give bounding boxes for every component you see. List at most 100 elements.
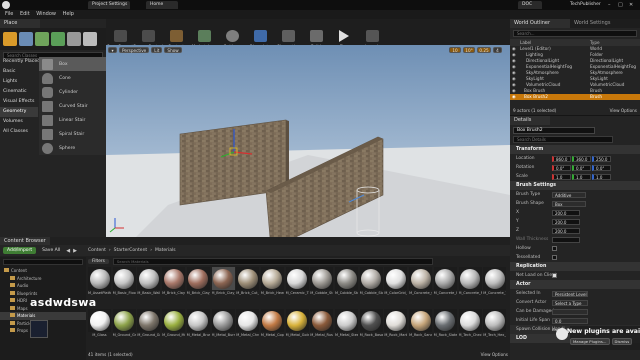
breadcrumb-materials[interactable]: Materials bbox=[155, 248, 176, 253]
forward-icon[interactable]: ▶ bbox=[73, 248, 77, 254]
material-asset[interactable]: M_Metal_Chrome bbox=[236, 309, 260, 349]
show-button[interactable]: Show bbox=[164, 46, 182, 53]
breadcrumb-content[interactable]: Content bbox=[88, 248, 106, 253]
dismiss-button[interactable]: Dismiss bbox=[611, 338, 633, 345]
brush-edit-icon[interactable] bbox=[83, 32, 97, 46]
tab-doc[interactable]: DOC bbox=[518, 1, 542, 9]
place-tab[interactable]: Place bbox=[0, 19, 40, 28]
material-asset[interactable]: M_Metal_Burnished_Steel bbox=[211, 309, 235, 349]
folder-item[interactable]: Architecture bbox=[0, 275, 86, 283]
category-volumes[interactable]: Volumes bbox=[0, 117, 38, 127]
tab-world-outliner[interactable]: World Outliner bbox=[510, 19, 570, 28]
location-z[interactable]: 250.0 bbox=[592, 155, 611, 162]
tab-project-settings[interactable]: Project Settings bbox=[88, 1, 130, 9]
material-asset[interactable]: M_Cobble_Stone_Smooth bbox=[359, 267, 383, 307]
foliage-mode-icon[interactable] bbox=[51, 32, 65, 46]
material-asset[interactable]: M_Metal_Copper bbox=[260, 309, 284, 349]
transform-section[interactable]: Transform bbox=[510, 145, 640, 154]
material-asset[interactable]: M_Metal_Rust bbox=[310, 309, 334, 349]
breadcrumb-starter[interactable]: StarterContent bbox=[114, 248, 148, 253]
material-asset[interactable]: M_Concrete_Grime bbox=[409, 267, 433, 307]
material-asset[interactable]: M_Rock_Marble_Polished bbox=[384, 309, 408, 349]
folder-item[interactable]: Materials bbox=[0, 312, 86, 320]
mesh-paint-icon[interactable] bbox=[67, 32, 81, 46]
landscape-mode-icon[interactable] bbox=[35, 32, 49, 46]
category-recently-placed[interactable]: Recently Placed bbox=[0, 57, 40, 67]
category-all-classes[interactable]: All Classes bbox=[0, 127, 38, 137]
brush-type-select[interactable]: Additive bbox=[552, 191, 586, 198]
shape-spiral-stair[interactable]: Spiral Stair bbox=[39, 127, 106, 141]
actor-prop-value[interactable]: Persistent Level bbox=[552, 290, 588, 297]
material-asset[interactable]: M_Brick_Clay_New bbox=[186, 267, 210, 307]
location-x[interactable]: 860.0 bbox=[552, 155, 571, 162]
material-asset[interactable]: M_Brick_Cut_Stone bbox=[236, 267, 260, 307]
material-asset[interactable]: M_Rock_Sandstone bbox=[409, 309, 433, 349]
scale-snap-value[interactable]: 0.25 bbox=[477, 46, 491, 53]
outliner-search[interactable]: Search... bbox=[513, 30, 637, 37]
shape-box[interactable]: Box bbox=[39, 57, 106, 71]
actor-prop-value[interactable]: Select a Type bbox=[552, 299, 588, 306]
rotation-x[interactable]: 0.0° bbox=[552, 164, 571, 171]
material-asset[interactable]: M_Ground_Gravel bbox=[137, 309, 161, 349]
asset-search[interactable]: Search Materials bbox=[112, 258, 433, 265]
shape-sphere[interactable]: Sphere bbox=[39, 141, 106, 155]
material-asset[interactable]: M_Ceramic_Tile_Checker bbox=[285, 267, 309, 307]
material-asset[interactable]: M_Basic_Floor bbox=[112, 267, 136, 307]
tab-home[interactable]: Home bbox=[146, 1, 178, 9]
visibility-eye-icon[interactable]: ◉ bbox=[510, 94, 518, 100]
close-icon[interactable]: ✕ bbox=[629, 2, 633, 8]
outliner-view-options[interactable]: View Options bbox=[610, 106, 637, 115]
net-load-checkbox[interactable] bbox=[552, 273, 557, 278]
brush-shape-select[interactable]: Box bbox=[552, 200, 586, 207]
tab-world-settings[interactable]: World Settings bbox=[570, 19, 622, 28]
tab-details[interactable]: Details bbox=[510, 116, 550, 125]
shape-cylinder[interactable]: Cylinder bbox=[39, 85, 106, 99]
material-asset[interactable]: M_Cobble_Stone_Rough bbox=[335, 267, 358, 307]
material-asset[interactable]: M_Tech_Checker_Dot bbox=[458, 309, 482, 349]
menu-file[interactable]: File bbox=[5, 11, 13, 17]
actor-section[interactable]: Actor bbox=[510, 280, 640, 289]
dim-x-field[interactable]: 200.0 bbox=[552, 209, 580, 216]
replication-section[interactable]: Replication bbox=[510, 262, 640, 271]
material-asset[interactable]: M_Brick_Clay_Old bbox=[211, 267, 235, 307]
add-import-button[interactable]: Add/Import bbox=[3, 247, 37, 254]
material-asset[interactable]: M_Concrete_Tiles bbox=[483, 267, 507, 307]
viewport-options-button[interactable]: ▾ bbox=[108, 46, 117, 53]
minimize-icon[interactable]: – bbox=[608, 2, 611, 8]
perspective-button[interactable]: Perspective bbox=[119, 46, 150, 53]
scale-y[interactable]: 1.0 bbox=[572, 173, 591, 180]
tessellated-checkbox[interactable] bbox=[552, 255, 557, 260]
material-asset[interactable]: M_Rock_Slate bbox=[433, 309, 457, 349]
material-asset[interactable]: M_Concrete_Panels bbox=[433, 267, 457, 307]
material-asset[interactable]: M_Brick_Clay_Beveled bbox=[162, 267, 186, 307]
back-icon[interactable]: ◀ bbox=[66, 248, 70, 254]
folder-item[interactable]: Content bbox=[0, 267, 86, 275]
maximize-icon[interactable]: □ bbox=[618, 2, 623, 8]
material-asset[interactable]: M_Basic_Wall bbox=[137, 267, 161, 307]
dim-z-field[interactable]: 200.0 bbox=[552, 227, 580, 234]
material-asset[interactable]: M_Ground_Moss bbox=[162, 309, 186, 349]
menu-help[interactable]: Help bbox=[63, 11, 74, 17]
material-asset[interactable]: M_Metal_Brushed_Nickel bbox=[186, 309, 210, 349]
material-asset[interactable]: M_Rock_Basalt bbox=[359, 309, 383, 349]
shape-linear-stair[interactable]: Linear Stair bbox=[39, 113, 106, 127]
rotation-y[interactable]: 0.0° bbox=[572, 164, 591, 171]
save-all-button[interactable]: Save All bbox=[39, 247, 63, 254]
shape-cone[interactable]: Cone bbox=[39, 71, 106, 85]
category-geometry[interactable]: Geometry bbox=[0, 107, 38, 117]
content-view-options[interactable]: View Options bbox=[481, 350, 508, 359]
material-asset[interactable]: M_ColorGrid_LowSpec bbox=[384, 267, 408, 307]
folder-search[interactable] bbox=[3, 259, 83, 265]
category-cinematic[interactable]: Cinematic bbox=[0, 87, 38, 97]
material-asset[interactable]: M_Concrete_Poured bbox=[458, 267, 482, 307]
material-asset[interactable]: M_Tech_Hex_Tile bbox=[483, 309, 507, 349]
material-asset[interactable]: M_Brick_Hewn_Stone bbox=[260, 267, 284, 307]
brush-settings-section[interactable]: Brush Settings bbox=[510, 181, 640, 190]
shape-curved-stair[interactable]: Curved Stair bbox=[39, 99, 106, 113]
viewport[interactable]: ▾ Perspective Lit Show 10 10° 0.25 4 bbox=[106, 45, 510, 237]
category-visual-effects[interactable]: Visual Effects bbox=[0, 97, 38, 107]
details-search[interactable]: Search Details bbox=[513, 136, 613, 143]
location-y[interactable]: 360.0 bbox=[572, 155, 591, 162]
outliner-row[interactable]: ◉ Box Brush2 Brush bbox=[510, 94, 640, 100]
material-asset[interactable]: M_Metal_Steel bbox=[335, 309, 358, 349]
